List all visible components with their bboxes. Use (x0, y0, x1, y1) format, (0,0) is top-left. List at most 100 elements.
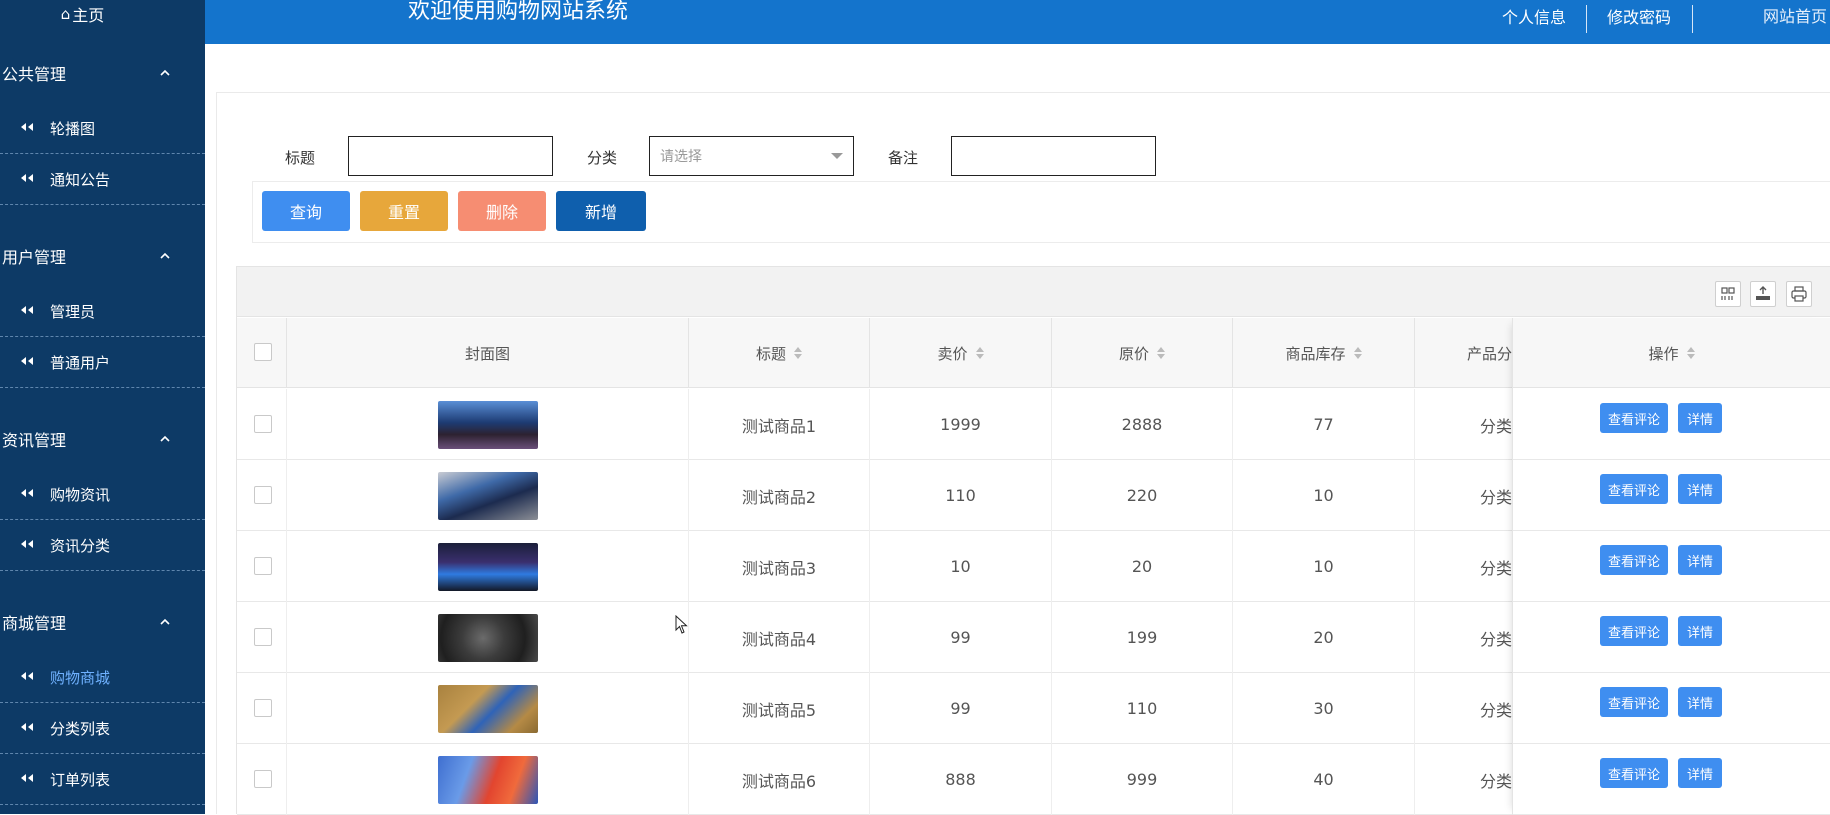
price-cell: 888 (870, 744, 1052, 815)
remark-filter-label: 备注 (888, 149, 919, 167)
product-image[interactable] (437, 613, 538, 662)
sidebar-group-public[interactable]: 公共管理 (0, 48, 205, 98)
title-cell: 测试商品3 (689, 531, 870, 602)
stock-cell: 10 (1233, 531, 1415, 602)
profile-link[interactable]: 个人信息 (1502, 8, 1566, 28)
sidebar-item-label: 购物资讯 (50, 485, 111, 504)
view-reviews-button[interactable]: 查看评论 (1600, 616, 1668, 646)
price-cell: 99 (870, 602, 1052, 673)
sidebar-group-news[interactable]: 资讯管理 (0, 414, 205, 464)
export-button[interactable] (1750, 281, 1776, 307)
product-image[interactable] (437, 755, 538, 804)
detail-button[interactable]: 详情 (1678, 616, 1722, 646)
col-original[interactable]: 原价 (1052, 318, 1233, 388)
sidebar-group-mall[interactable]: 商城管理 (0, 597, 205, 647)
col-title[interactable]: 标题 (689, 318, 870, 388)
view-reviews-button[interactable]: 查看评论 (1600, 403, 1668, 433)
change-password-link[interactable]: 修改密码 (1607, 8, 1671, 28)
category-filter-label: 分类 (587, 149, 618, 167)
original-price-cell: 220 (1052, 460, 1233, 531)
detail-button[interactable]: 详情 (1678, 474, 1722, 504)
sidebar-group-users[interactable]: 用户管理 (0, 231, 205, 281)
product-image[interactable] (437, 684, 538, 733)
add-button[interactable]: 新增 (556, 191, 646, 231)
detail-button[interactable]: 详情 (1678, 403, 1722, 433)
reset-button[interactable]: 重置 (360, 191, 448, 231)
sort-icon[interactable] (1157, 347, 1165, 359)
sidebar-item-category-list[interactable]: 分类列表 (0, 703, 205, 754)
sidebar-item-carousel[interactable]: 轮播图 (0, 103, 205, 154)
view-reviews-button[interactable]: 查看评论 (1600, 545, 1668, 575)
row-checkbox[interactable] (254, 486, 272, 504)
home-icon: ⌂ (60, 5, 71, 23)
view-reviews-button[interactable]: 查看评论 (1600, 474, 1668, 504)
category-cell: 分类 (1479, 416, 1512, 436)
sort-icon[interactable] (1353, 347, 1362, 359)
stock-cell: 77 (1233, 389, 1415, 460)
sidebar-item-label: 分类列表 (50, 719, 111, 738)
print-button[interactable] (1786, 281, 1812, 307)
row-checkbox[interactable] (254, 628, 272, 646)
view-reviews-button[interactable]: 查看评论 (1600, 687, 1668, 717)
sidebar-item-notice[interactable]: 通知公告 (0, 154, 205, 205)
row-checkbox-cell (237, 531, 287, 602)
stock-cell: 40 (1233, 744, 1415, 815)
col-price-label: 卖价 (937, 344, 968, 363)
print-icon (1791, 286, 1807, 302)
columns-toggle-button[interactable] (1715, 281, 1741, 307)
chevron-up-icon (160, 435, 170, 442)
title-filter-input[interactable] (348, 136, 553, 176)
sidebar-item-label: 通知公告 (50, 170, 111, 189)
col-ops[interactable]: 操作 (1512, 318, 1830, 388)
row-checkbox-cell (237, 744, 287, 815)
header-divider (1586, 5, 1587, 33)
product-table: 封面图 标题 卖价 原价 商品库存 产品分 操作 测试商品1 1999 2888… (236, 266, 1830, 815)
row-checkbox[interactable] (254, 557, 272, 575)
product-image[interactable] (437, 400, 538, 449)
table-row: 测试商品6 888 999 40 分类 查看评论 详情 (237, 744, 1830, 815)
detail-button[interactable]: 详情 (1678, 687, 1722, 717)
home-link[interactable]: ⌂ 主页 (0, 0, 165, 28)
sidebar-item-label: 普通用户 (50, 353, 111, 372)
category-cell: 分类 (1479, 771, 1512, 791)
view-reviews-button[interactable]: 查看评论 (1600, 758, 1668, 788)
stock-cell: 10 (1233, 460, 1415, 531)
price-cell: 110 (870, 460, 1052, 531)
sidebar-item-shopping-news[interactable]: 购物资讯 (0, 469, 205, 520)
sidebar-group-label: 公共管理 (2, 65, 67, 84)
query-button[interactable]: 查询 (262, 191, 350, 231)
site-home-link[interactable]: 网站首页 (1763, 3, 1827, 27)
select-all-checkbox[interactable] (254, 343, 272, 361)
sort-icon[interactable] (794, 347, 802, 359)
title-cell: 测试商品1 (689, 389, 870, 460)
sidebar-item-order-list[interactable]: 订单列表 (0, 754, 205, 805)
delete-button[interactable]: 删除 (458, 191, 546, 231)
col-price[interactable]: 卖价 (870, 318, 1052, 388)
product-image[interactable] (437, 542, 538, 591)
row-checkbox[interactable] (254, 415, 272, 433)
sidebar-item-shopping-mall[interactable]: 购物商城 (0, 652, 205, 703)
row-checkbox[interactable] (254, 770, 272, 788)
double-left-arrow-icon (21, 306, 33, 314)
sort-icon[interactable] (1686, 347, 1695, 359)
detail-button[interactable]: 详情 (1678, 545, 1722, 575)
remark-filter-input[interactable] (951, 136, 1156, 176)
export-icon (1756, 286, 1770, 300)
col-stock[interactable]: 商品库存 (1233, 318, 1415, 388)
sidebar-item-normal-user[interactable]: 普通用户 (0, 337, 205, 388)
table-row: 测试商品4 99 199 20 分类 查看评论 详情 (237, 602, 1830, 673)
ops-cell: 查看评论 详情 (1512, 389, 1830, 460)
original-price-cell: 999 (1052, 744, 1233, 815)
category-select[interactable]: 请选择 (649, 136, 854, 176)
sidebar-item-label: 购物商城 (50, 668, 111, 687)
category-cell: 分类 (1479, 558, 1512, 578)
product-image[interactable] (437, 471, 538, 520)
sidebar-item-admin[interactable]: 管理员 (0, 286, 205, 337)
category-cell: 分类 (1479, 487, 1512, 507)
sort-icon[interactable] (975, 347, 984, 359)
sidebar-item-news-category[interactable]: 资讯分类 (0, 520, 205, 571)
row-checkbox[interactable] (254, 699, 272, 717)
price-cell: 1999 (870, 389, 1052, 460)
sidebar-group-label: 用户管理 (2, 248, 67, 267)
detail-button[interactable]: 详情 (1678, 758, 1722, 788)
